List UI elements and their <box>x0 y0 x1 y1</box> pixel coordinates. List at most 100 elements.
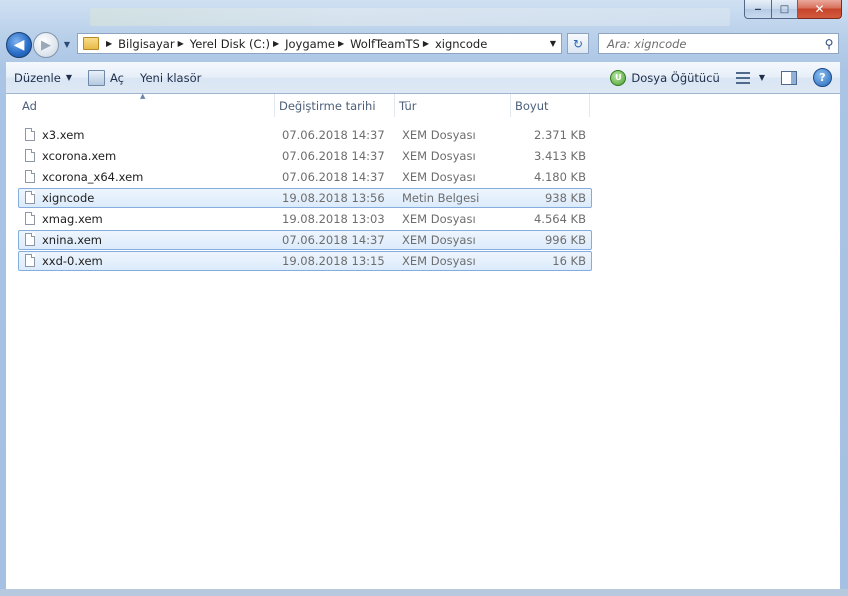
file-type: XEM Dosyası <box>402 233 476 247</box>
file-type: XEM Dosyası <box>402 254 476 268</box>
caption-buttons: ‒ □ ✕ <box>744 0 842 19</box>
column-header-type[interactable]: Tür <box>395 94 511 117</box>
new-folder-label: Yeni klasör <box>139 70 202 85</box>
organize-label: Düzenle <box>14 70 61 85</box>
file-name: xxd-0.xem <box>42 254 103 268</box>
breadcrumb-bilgisayar[interactable]: Bilgisayar <box>118 37 174 51</box>
file-size: 4.564 KB <box>533 212 586 226</box>
close-button[interactable]: ✕ <box>798 0 842 19</box>
file-type: Metin Belgesi <box>402 191 480 205</box>
preview-pane-button[interactable] <box>773 62 805 93</box>
chevron-down-icon: ▼ <box>549 39 557 48</box>
minimize-button[interactable]: ‒ <box>744 0 772 19</box>
file-date: 19.08.2018 13:15 <box>282 254 385 268</box>
file-date: 07.06.2018 14:37 <box>282 170 385 184</box>
column-header-name[interactable]: Ad ▲ <box>18 92 275 117</box>
breadcrumb-separator-icon[interactable]: ▶ <box>178 39 184 48</box>
file-name: x3.xem <box>42 128 85 142</box>
file-row[interactable]: x3.xem 07.06.2018 14:37 XEM Dosyası 2.37… <box>18 125 592 145</box>
maximize-button[interactable]: □ <box>772 0 798 19</box>
chevron-down-icon: ▼ <box>65 73 72 82</box>
navigation-bar: ◀ ▶ ▼ ▶ Bilgisayar ▶ Yerel Disk (C:) ▶ J… <box>0 28 848 60</box>
column-header-date[interactable]: Değiştirme tarihi <box>275 94 395 117</box>
breadcrumb-wolfteamts[interactable]: WolfTeamTS <box>350 37 420 51</box>
file-type: XEM Dosyası <box>402 212 476 226</box>
document-icon <box>25 233 35 246</box>
column-headers: Ad ▲ Değiştirme tarihi Tür Boyut <box>18 92 590 117</box>
file-date: 19.08.2018 13:03 <box>282 212 385 226</box>
breadcrumb-local-disk[interactable]: Yerel Disk (C:) <box>190 37 270 51</box>
help-button[interactable]: ? <box>805 62 840 93</box>
back-arrow-icon: ◀ <box>13 37 25 53</box>
new-folder-button[interactable]: Yeni klasör <box>132 62 209 93</box>
command-bar: Düzenle ▼ Aç Yeni klasör U Dosya Öğütücü… <box>6 62 840 94</box>
open-file-icon <box>87 69 105 86</box>
help-icon: ? <box>813 68 832 87</box>
column-date-label: Değiştirme tarihi <box>279 99 376 113</box>
file-name: xmag.xem <box>42 212 103 226</box>
file-row[interactable]: xmag.xem 19.08.2018 13:03 XEM Dosyası 4.… <box>18 209 592 229</box>
forward-button[interactable]: ▶ <box>33 32 59 58</box>
file-row[interactable]: xigncode 19.08.2018 13:56 Metin Belgesi … <box>18 188 592 208</box>
file-rows: x3.xem 07.06.2018 14:37 XEM Dosyası 2.37… <box>18 125 592 272</box>
shredder-icon: U <box>610 69 627 86</box>
file-shredder-button[interactable]: U Dosya Öğütücü <box>602 62 727 93</box>
document-icon <box>25 149 35 162</box>
column-header-size[interactable]: Boyut <box>511 94 590 117</box>
open-button[interactable]: Aç <box>80 62 132 93</box>
back-button[interactable]: ◀ <box>6 32 32 58</box>
sort-ascending-icon: ▲ <box>140 92 146 100</box>
document-icon <box>25 212 35 225</box>
breadcrumb-separator-icon[interactable]: ▶ <box>423 39 429 48</box>
file-name: xcorona_x64.xem <box>42 170 144 184</box>
forward-arrow-icon: ▶ <box>41 37 51 53</box>
breadcrumb-separator-icon[interactable]: ▶ <box>273 39 279 48</box>
file-date: 07.06.2018 14:37 <box>282 233 385 247</box>
open-label: Aç <box>109 70 124 85</box>
file-size: 4.180 KB <box>533 170 586 184</box>
file-row[interactable]: xxd-0.xem 19.08.2018 13:15 XEM Dosyası 1… <box>18 251 592 271</box>
change-view-button[interactable]: ▼ <box>728 62 773 93</box>
refresh-button[interactable]: ↻ <box>567 33 589 54</box>
refresh-icon: ↻ <box>572 36 584 51</box>
window-bottom-border <box>0 589 848 596</box>
recent-pages-button[interactable]: ▼ <box>61 38 73 50</box>
column-size-label: Boyut <box>515 99 549 113</box>
breadcrumb-joygame[interactable]: Joygame <box>285 37 335 51</box>
column-name-label: Ad <box>22 99 37 113</box>
window-frame: ‒ □ ✕ ◀ ▶ ▼ ▶ Bilgisayar ▶ Yerel Disk (C… <box>0 0 848 596</box>
search-input[interactable]: Ara: xigncode <box>599 37 820 51</box>
file-row[interactable]: xcorona_x64.xem 07.06.2018 14:37 XEM Dos… <box>18 167 592 187</box>
file-name: xnina.xem <box>42 233 103 247</box>
file-size: 938 KB <box>544 191 586 205</box>
document-icon <box>25 191 35 204</box>
folder-icon <box>83 37 99 50</box>
search-icon[interactable]: ⚲ <box>820 37 838 51</box>
breadcrumb-separator-icon[interactable]: ▶ <box>106 39 112 48</box>
file-row[interactable]: xcorona.xem 07.06.2018 14:37 XEM Dosyası… <box>18 146 592 166</box>
breadcrumb-separator-icon[interactable]: ▶ <box>338 39 344 48</box>
file-date: 07.06.2018 14:37 <box>282 149 385 163</box>
document-icon <box>25 128 35 141</box>
file-shredder-label: Dosya Öğütücü <box>631 70 720 85</box>
file-date: 19.08.2018 13:56 <box>282 191 385 205</box>
file-size: 2.371 KB <box>533 128 586 142</box>
preview-pane-icon <box>781 70 797 85</box>
address-bar[interactable]: ▶ Bilgisayar ▶ Yerel Disk (C:) ▶ Joygame… <box>77 33 562 54</box>
file-type: XEM Dosyası <box>402 128 476 142</box>
address-dropdown-button[interactable]: ▼ <box>545 34 561 53</box>
file-row[interactable]: xnina.xem 07.06.2018 14:37 XEM Dosyası 9… <box>18 230 592 250</box>
file-size: 16 KB <box>552 254 586 268</box>
organize-button[interactable]: Düzenle ▼ <box>6 62 80 93</box>
search-box[interactable]: Ara: xigncode ⚲ <box>598 33 839 54</box>
chevron-down-icon: ▼ <box>63 39 71 49</box>
document-icon <box>25 170 35 183</box>
file-name: xcorona.xem <box>42 149 117 163</box>
toolbar-right: U Dosya Öğütücü ▼ ? <box>602 62 840 93</box>
file-list-pane[interactable]: Ad ▲ Değiştirme tarihi Tür Boyut x3.xem … <box>6 92 840 589</box>
background-blur <box>90 8 730 26</box>
file-type: XEM Dosyası <box>402 170 476 184</box>
breadcrumb-xigncode[interactable]: xigncode <box>435 37 487 51</box>
chevron-down-icon: ▼ <box>758 73 765 82</box>
file-size: 3.413 KB <box>533 149 586 163</box>
